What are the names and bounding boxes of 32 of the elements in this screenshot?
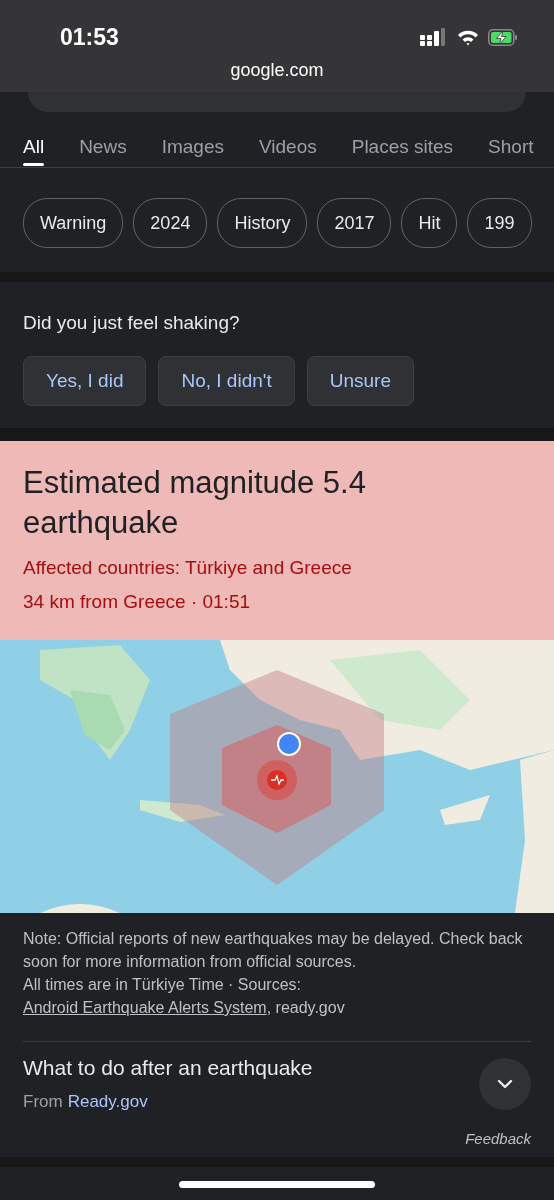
feedback-link[interactable]: Feedback (465, 1130, 531, 1147)
filter-chip[interactable]: 2024 (133, 198, 208, 248)
guide-title: What to do after an earthquake (23, 1056, 313, 1080)
search-tab[interactable]: Images (150, 128, 235, 164)
search-tab[interactable]: Videos (247, 128, 328, 164)
battery-charging-icon (488, 28, 518, 46)
expand-button[interactable] (479, 1058, 531, 1110)
answer-button[interactable]: Yes, I did (23, 356, 147, 406)
alert-title: Estimated magnitude 5.4 earthquake (23, 464, 367, 542)
filter-chip[interactable]: 2017 (317, 198, 392, 248)
signal-icon (420, 28, 448, 46)
answer-button[interactable]: Unsure (306, 356, 414, 406)
status-time: 01:53 (60, 23, 119, 51)
search-tab[interactable]: Places sites (340, 128, 465, 164)
note-text: Note: Official reports of new earthquakes may be delayed. Check back soon for more information from official sources. (23, 929, 524, 972)
affected-countries: Affected countries: Türkiye and Greece (23, 556, 353, 580)
address-bar[interactable]: google.com (230, 60, 324, 81)
from-label: From (23, 1092, 63, 1112)
filter-chip[interactable]: History (217, 198, 308, 248)
search-tab[interactable]: Short (477, 128, 545, 164)
answer-button[interactable]: No, I didn't (158, 356, 295, 406)
alert-distance: 34 km from Greece · 01:51 (23, 590, 252, 614)
sources-link[interactable]: Android Earthquake Alerts System (23, 999, 267, 1016)
sources-text: All times are in Türkiye Time · Sources: Android Earthquake Alerts System, ready.gov (23, 975, 346, 1018)
prompt-question: Did you just feel shaking? (23, 312, 241, 334)
filter-chip[interactable]: 199 (467, 198, 532, 248)
search-tab[interactable]: All (12, 128, 56, 164)
source-link[interactable]: Ready.gov (67, 1092, 148, 1112)
wifi-icon (457, 28, 479, 46)
filter-chip[interactable]: Warning (23, 198, 124, 248)
filter-chip[interactable]: Hit (401, 198, 458, 248)
search-tab[interactable]: News (68, 128, 138, 164)
